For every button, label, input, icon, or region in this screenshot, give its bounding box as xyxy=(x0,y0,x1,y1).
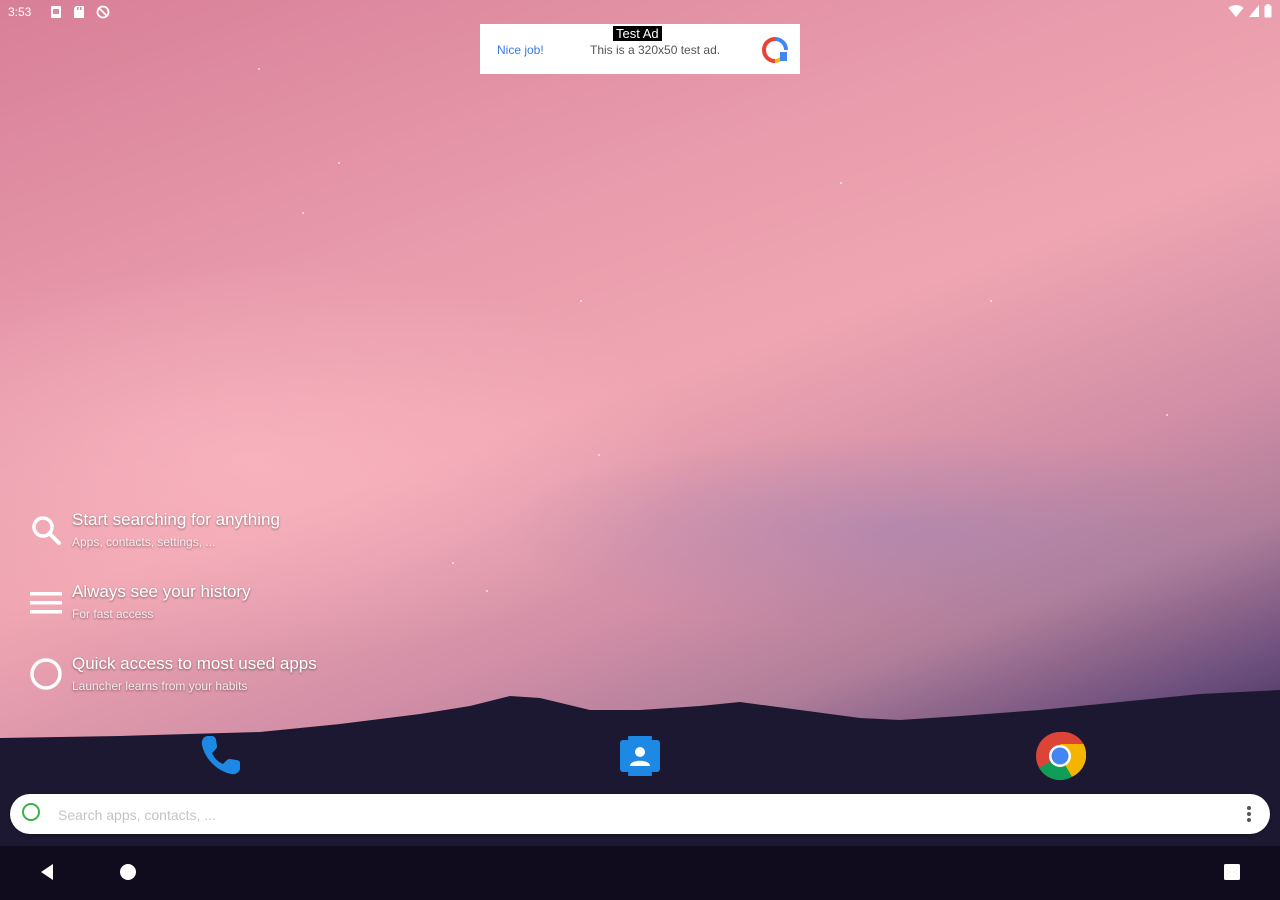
navigation-bar xyxy=(0,846,1280,900)
back-icon[interactable] xyxy=(36,860,60,884)
signal-icon xyxy=(1249,5,1259,17)
launcher-ring-icon[interactable] xyxy=(22,803,40,821)
status-bar: 3:53 xyxy=(0,0,1280,24)
tip-title: Quick access to most used apps xyxy=(72,654,317,673)
tip-title: Always see your history xyxy=(72,582,251,601)
storage-card-icon xyxy=(74,6,84,18)
star xyxy=(840,182,842,184)
star xyxy=(486,590,488,592)
star xyxy=(338,162,340,164)
ad-label: Test Ad xyxy=(613,26,662,41)
phone-icon[interactable] xyxy=(194,730,246,782)
history-list-icon xyxy=(30,592,62,614)
ad-nice-job[interactable]: Nice job! xyxy=(497,43,544,57)
sim-card-icon xyxy=(51,6,61,18)
ad-banner[interactable]: Test Ad Nice job! This is a 320x50 test … xyxy=(480,24,800,74)
battery-icon xyxy=(1264,4,1272,18)
status-time: 3:53 xyxy=(8,5,32,19)
sky-haze xyxy=(500,430,1280,630)
star xyxy=(990,300,992,302)
tip-subtitle: For fast access xyxy=(72,607,154,621)
tip-subtitle: Apps, contacts, settings, ... xyxy=(72,535,216,549)
search-bar[interactable] xyxy=(10,794,1270,834)
star xyxy=(302,212,304,214)
star xyxy=(598,454,600,456)
search-icon xyxy=(32,516,61,545)
ad-logo-icon xyxy=(762,37,788,63)
status-right-icons xyxy=(1228,4,1272,18)
tip-subtitle: Launcher learns from your habits xyxy=(72,679,248,693)
ad-text: This is a 320x50 test ad. xyxy=(590,43,721,57)
recents-icon[interactable] xyxy=(1220,860,1244,884)
no-sync-icon xyxy=(96,5,110,19)
search-input[interactable] xyxy=(56,800,1220,830)
home-screen: 3:53 Test Ad Nice job! This is a 320x50 … xyxy=(0,0,1280,900)
star xyxy=(452,562,454,564)
home-icon[interactable] xyxy=(116,860,140,884)
star xyxy=(1166,414,1168,416)
contacts-icon[interactable] xyxy=(614,730,666,782)
chrome-icon[interactable] xyxy=(1034,730,1086,782)
star xyxy=(580,300,582,302)
wifi-icon xyxy=(1228,5,1244,18)
tip-title: Start searching for anything xyxy=(72,510,280,529)
more-options-icon[interactable] xyxy=(1242,804,1256,824)
circle-icon xyxy=(30,658,62,690)
star xyxy=(258,68,260,70)
